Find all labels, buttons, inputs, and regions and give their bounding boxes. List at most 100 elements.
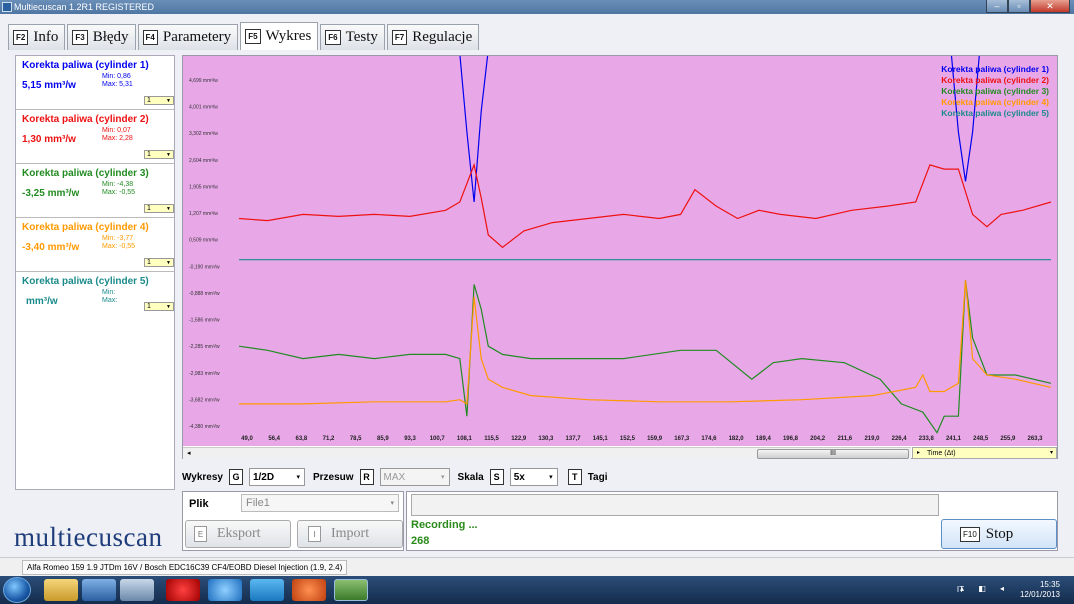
legend-entry: Korekta paliwa (cylinder 2) xyxy=(941,75,1049,85)
x-tick-label: 255,9 xyxy=(1000,436,1016,442)
x-tick-label: 145,1 xyxy=(593,436,609,442)
tray-icons[interactable]: ▴ ◧ ◂ xyxy=(960,584,1010,593)
explorer-icon[interactable] xyxy=(44,579,78,601)
wykresy-key[interactable]: G xyxy=(228,469,243,485)
skala-label: Skala xyxy=(457,471,484,483)
tab-info[interactable]: F2 Info xyxy=(8,24,66,50)
export-button[interactable]: E Eksport xyxy=(185,520,291,548)
y-tick-label: -1,586 mm³/w xyxy=(189,318,220,324)
tab-regulacje[interactable]: F7 Regulacje xyxy=(386,24,480,50)
sensor-max: Max: -0,55 xyxy=(102,189,136,196)
export-key: E xyxy=(194,526,207,542)
recording-status: Recording ... xyxy=(411,519,478,531)
sensor-minmax: Min: Max: xyxy=(102,289,117,305)
tools-icon[interactable] xyxy=(120,579,154,601)
x-tick-label: 219,0 xyxy=(864,436,880,442)
opera-icon[interactable] xyxy=(166,579,200,601)
sensor-axis-select[interactable]: 1 ▼ xyxy=(144,204,174,213)
x-tick-label: 63,8 xyxy=(296,436,308,442)
x-tick-label: 93,3 xyxy=(404,436,416,442)
fkey-badge: F7 xyxy=(391,30,408,45)
sensor-name: Korekta paliwa (cylinder 2) xyxy=(22,114,149,125)
close-button[interactable]: ✕ xyxy=(1030,0,1070,13)
x-tick-label: 196,8 xyxy=(783,436,799,442)
time-axis-label: Time (Δt) xyxy=(927,450,956,457)
przesuw-select[interactable]: MAX ▾ xyxy=(379,468,450,486)
select-value: 1/2D xyxy=(252,472,275,483)
select-value: 1 xyxy=(147,97,151,104)
sensor-axis-select[interactable]: 1 ▼ xyxy=(144,150,174,159)
internet-explorer-icon[interactable] xyxy=(208,579,242,601)
sensor-cylinder-5[interactable]: Korekta paliwa (cylinder 5) mm³/w Min: Ma… xyxy=(16,272,174,326)
maximize-button[interactable]: ▫ xyxy=(1008,0,1030,13)
przesuw-key[interactable]: R xyxy=(359,469,374,485)
x-tick-label: 248,5 xyxy=(973,436,989,442)
x-tick-label: 108,1 xyxy=(457,436,473,442)
multiecuscan-taskbar-icon[interactable] xyxy=(334,579,368,601)
clock-date: 12/01/2013 xyxy=(1019,590,1060,599)
export-label: Eksport xyxy=(217,526,261,541)
chevron-down-icon: ▾ xyxy=(441,474,445,481)
sensor-value: 5,15 mm³/w xyxy=(22,80,76,91)
sensor-value: -3,25 mm³/w xyxy=(22,188,80,199)
file-label: Plik xyxy=(189,498,209,510)
horizontal-scrollbar[interactable]: ◂ III xyxy=(183,447,911,459)
plot-background xyxy=(183,56,1057,446)
sensor-cylinder-2[interactable]: Korekta paliwa (cylinder 2) 1,30 mm³/w M… xyxy=(16,110,174,164)
sensor-cylinder-3[interactable]: Korekta paliwa (cylinder 3) -3,25 mm³/w … xyxy=(16,164,174,218)
sensor-min: Min: xyxy=(102,289,116,296)
y-tick-label: -4,380 mm³/w xyxy=(189,424,220,430)
scroll-left-icon[interactable]: ◂ xyxy=(187,449,191,457)
tab-bar: F2 Info F3 Błędy F4 Parametery F5 Wykres F6 T… xyxy=(8,22,481,50)
sensor-axis-select[interactable]: 1 ▼ xyxy=(144,96,174,105)
wykresy-select[interactable]: 1/2D ▾ xyxy=(248,468,305,486)
tab-wykres[interactable]: F5 Wykres xyxy=(240,22,319,50)
y-tick-label: 1,207 mm³/w xyxy=(189,211,218,217)
status-bar: Alfa Romeo 159 1.9 JTDm 16V / Bosch EDC1… xyxy=(0,557,1074,576)
chevron-down-icon: ▾ xyxy=(390,500,394,507)
firefox-icon[interactable] xyxy=(292,579,326,601)
tagi-key[interactable]: T xyxy=(567,469,582,485)
tab-label: Testy xyxy=(345,29,378,45)
x-tick-label: 226,4 xyxy=(892,436,908,442)
skala-select[interactable]: 5x ▾ xyxy=(509,468,558,486)
minimize-button[interactable]: – xyxy=(986,0,1008,13)
sensor-axis-select[interactable]: 1 ▼ xyxy=(144,258,174,267)
tab-testy[interactable]: F6 Testy xyxy=(320,24,385,50)
chevron-down-icon: ▾ xyxy=(549,474,553,481)
file-panel: Plik File1 ▾ E Eksport I Import xyxy=(182,491,404,551)
select-value: 5x xyxy=(513,472,525,483)
sensor-cylinder-4[interactable]: Korekta paliwa (cylinder 4) -3,40 mm³/w … xyxy=(16,218,174,272)
sensor-axis-select[interactable]: 1 ▼ xyxy=(144,302,174,311)
clock[interactable]: 15:35 12/01/2013 xyxy=(1020,580,1060,600)
skype-icon[interactable] xyxy=(250,579,284,601)
x-tick-label: 122,9 xyxy=(511,436,527,442)
y-tick-label: 0,509 mm³/w xyxy=(189,238,218,244)
x-tick-label: 56,4 xyxy=(268,436,280,442)
sensor-minmax: Min: 0,07 Max: 2,28 xyxy=(102,127,133,143)
time-axis-select[interactable]: ▸ Time (Δt) ▾ xyxy=(912,447,1057,459)
import-button[interactable]: I Import xyxy=(297,520,403,548)
media-player-icon[interactable] xyxy=(82,579,116,601)
x-tick-label: 115,5 xyxy=(484,436,499,442)
stop-button[interactable]: F10 Stop xyxy=(941,519,1057,549)
scroll-thumb[interactable]: III xyxy=(757,449,909,459)
stop-label: Stop xyxy=(985,525,1014,542)
sensor-min: Min: 0,07 xyxy=(102,127,131,134)
sensor-cylinder-1[interactable]: Korekta paliwa (cylinder 1) 5,15 mm³/w M… xyxy=(16,56,174,110)
tab-bledy[interactable]: F3 Błędy xyxy=(67,24,136,50)
wykresy-label: Wykresy xyxy=(182,471,223,483)
sensor-value: 1,30 mm³/w xyxy=(22,134,76,145)
chart-area[interactable]: 4,699 mm³/w 4,001 mm³/w 3,302 mm³/w 2,604 m… xyxy=(182,48,1058,459)
chevron-down-icon: ▼ xyxy=(166,206,171,212)
progress-bar xyxy=(411,494,939,516)
skala-key[interactable]: S xyxy=(489,469,504,485)
tab-parametery[interactable]: F4 Parametery xyxy=(137,24,239,50)
file-select[interactable]: File1 ▾ xyxy=(241,494,399,512)
line-chart[interactable]: 4,699 mm³/w 4,001 mm³/w 3,302 mm³/w 2,604 m… xyxy=(183,48,1057,446)
stop-key: F10 xyxy=(960,526,980,542)
fkey-badge: F3 xyxy=(72,30,88,45)
recording-panel: Recording ... 268 F10 Stop xyxy=(406,491,1058,551)
start-button[interactable] xyxy=(3,577,31,603)
x-tick-label: 71,2 xyxy=(323,436,335,442)
